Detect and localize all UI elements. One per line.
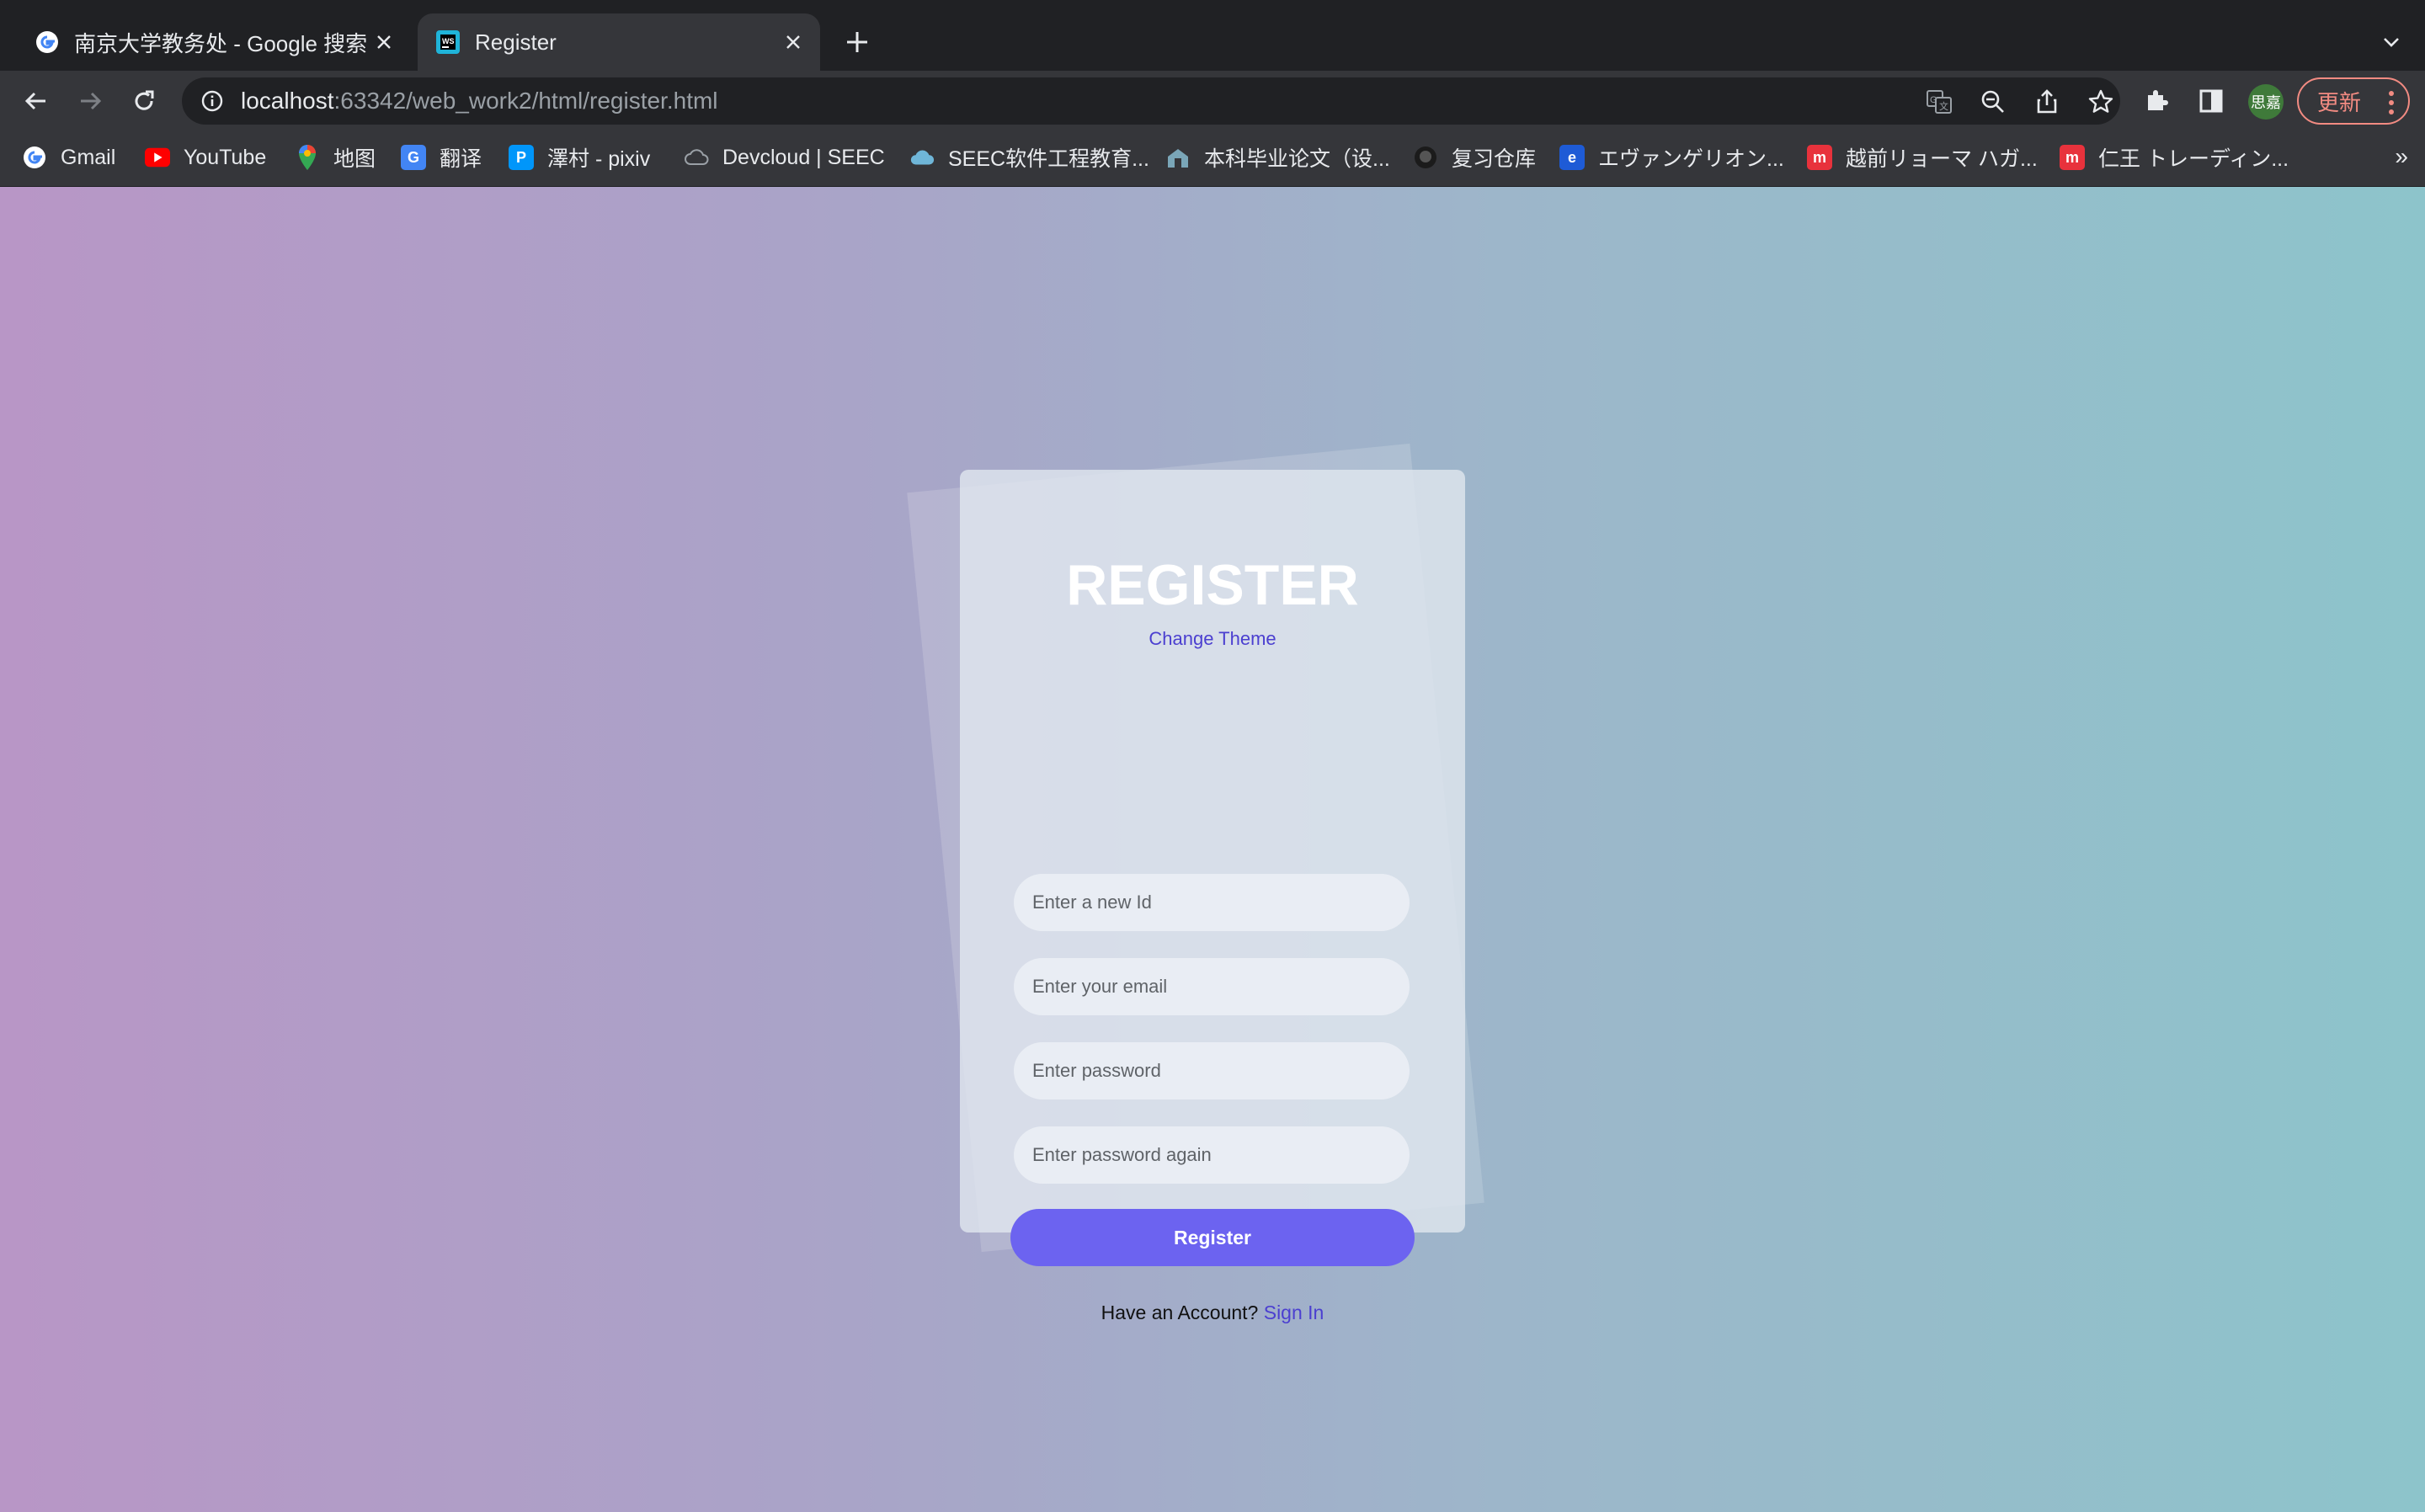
youtube-icon: [145, 145, 170, 170]
update-label: 更新: [2317, 89, 2362, 115]
translate-icon: G: [401, 145, 426, 170]
bookmark-label: 澤村 - pixiv: [547, 147, 651, 171]
tab-title: 南京大学教务处 - Google 搜索: [74, 30, 367, 56]
url-path: :63342/web_work2/html/register.html: [333, 88, 718, 114]
webstorm-icon: WS: [434, 29, 461, 56]
svg-text:WS: WS: [442, 37, 455, 45]
mercari-icon: m: [2060, 145, 2085, 170]
browser-toolbar: localhost:63342/web_work2/html/register.…: [0, 71, 2425, 130]
bookmark-label: YouTube: [184, 145, 267, 169]
account-prompt: Have an Account?: [1101, 1302, 1259, 1323]
bookmark-item[interactable]: G 翻译: [401, 130, 482, 185]
bookmark-item[interactable]: m 仁王 トレーディン...: [2060, 130, 2289, 185]
bookmark-label: 翻译: [440, 147, 482, 171]
chevron-down-icon[interactable]: [2374, 25, 2408, 59]
gmail-icon: [22, 145, 47, 170]
bookmark-item[interactable]: Gmail: [22, 130, 115, 185]
address-bar[interactable]: localhost:63342/web_work2/html/register.…: [182, 77, 2120, 125]
github-icon: [1413, 145, 1438, 170]
bookmark-label: SEEC软件工程教育...: [948, 147, 1149, 171]
bookmarks-bar: Gmail YouTube 地图 G 翻译 P 澤村 - pixiv Devcl…: [0, 130, 2425, 187]
tab-title: Register: [475, 29, 557, 55]
extensions-puzzle-icon[interactable]: [2140, 84, 2174, 118]
bookmark-item[interactable]: 复习仓库: [1413, 130, 1536, 185]
bookmark-label: Gmail: [61, 145, 116, 169]
translate-page-icon[interactable]: G文: [1925, 88, 1953, 116]
chevron-double-right-icon[interactable]: »: [2395, 143, 2408, 170]
page-background: REGISTER Change Theme Register Have an A…: [0, 187, 2425, 1512]
tab-google-search[interactable]: 南京大学教务处 - Google 搜索: [17, 13, 411, 71]
more-menu-icon[interactable]: [2388, 91, 2395, 114]
bookmark-item[interactable]: e エヴァンゲリオン...: [1559, 130, 1784, 185]
bookmark-label: 越前リョーマ ハガ...: [1846, 147, 2038, 171]
bookmark-star-icon[interactable]: [2087, 88, 2115, 116]
svg-text:文: 文: [1939, 100, 1948, 112]
bookmark-label: 仁王 トレーディン...: [2098, 147, 2289, 171]
profile-avatar[interactable]: 思嘉: [2248, 84, 2284, 120]
new-tab-plus-icon[interactable]: [839, 24, 876, 61]
maps-icon: [295, 145, 320, 170]
mercari-icon: m: [1807, 145, 1832, 170]
sign-in-link[interactable]: Sign In: [1264, 1302, 1324, 1323]
reload-icon[interactable]: [125, 82, 163, 120]
google-g-icon: [34, 29, 61, 56]
close-icon[interactable]: [776, 25, 810, 59]
bookmark-label: 复习仓库: [1452, 147, 1537, 171]
register-button[interactable]: Register: [1010, 1209, 1415, 1266]
bookmark-item[interactable]: Devcloud | SEEC: [684, 130, 885, 185]
tab-strip: 南京大学教务处 - Google 搜索 WS Register: [0, 0, 2425, 71]
bookmark-label: Devcloud | SEEC: [722, 145, 885, 169]
back-arrow-icon[interactable]: [17, 82, 56, 120]
bookmark-label: 地图: [333, 147, 376, 171]
bookmark-label: 本科毕业论文（设...: [1204, 147, 1390, 171]
bookmark-item[interactable]: P 澤村 - pixiv: [509, 130, 650, 185]
pixiv-icon: P: [509, 145, 534, 170]
close-icon[interactable]: [367, 25, 401, 59]
url-host: localhost: [241, 88, 334, 114]
bookmark-item[interactable]: 本科毕业论文（设...: [1165, 130, 1390, 185]
seec-cloud-icon: [909, 145, 935, 170]
update-button[interactable]: 更新: [2297, 77, 2410, 125]
svg-text:G: G: [1930, 95, 1937, 105]
site-info-icon[interactable]: [199, 88, 226, 114]
eva-icon: e: [1559, 145, 1585, 170]
bookmark-label: エヴァンゲリオン...: [1598, 147, 1784, 171]
share-icon[interactable]: [2033, 88, 2061, 116]
devcloud-icon: [684, 145, 709, 170]
thesis-icon: [1165, 145, 1191, 170]
url-text: localhost:63342/web_work2/html/register.…: [241, 88, 718, 114]
account-prompt-line: Have an Account? Sign In: [960, 1302, 1465, 1324]
bookmark-item[interactable]: 地图: [295, 130, 376, 185]
bookmark-item[interactable]: m 越前リョーマ ハガ...: [1807, 130, 2038, 185]
bookmark-item[interactable]: SEEC软件工程教育...: [909, 130, 1149, 185]
tab-register[interactable]: WS Register: [418, 13, 820, 71]
card-actions: Register Have an Account? Sign In: [960, 470, 1465, 1323]
forward-arrow-icon[interactable]: [71, 82, 109, 120]
zoom-out-icon[interactable]: [1979, 88, 2007, 116]
bookmark-item[interactable]: YouTube: [145, 130, 266, 185]
side-panel-icon[interactable]: [2194, 84, 2228, 118]
